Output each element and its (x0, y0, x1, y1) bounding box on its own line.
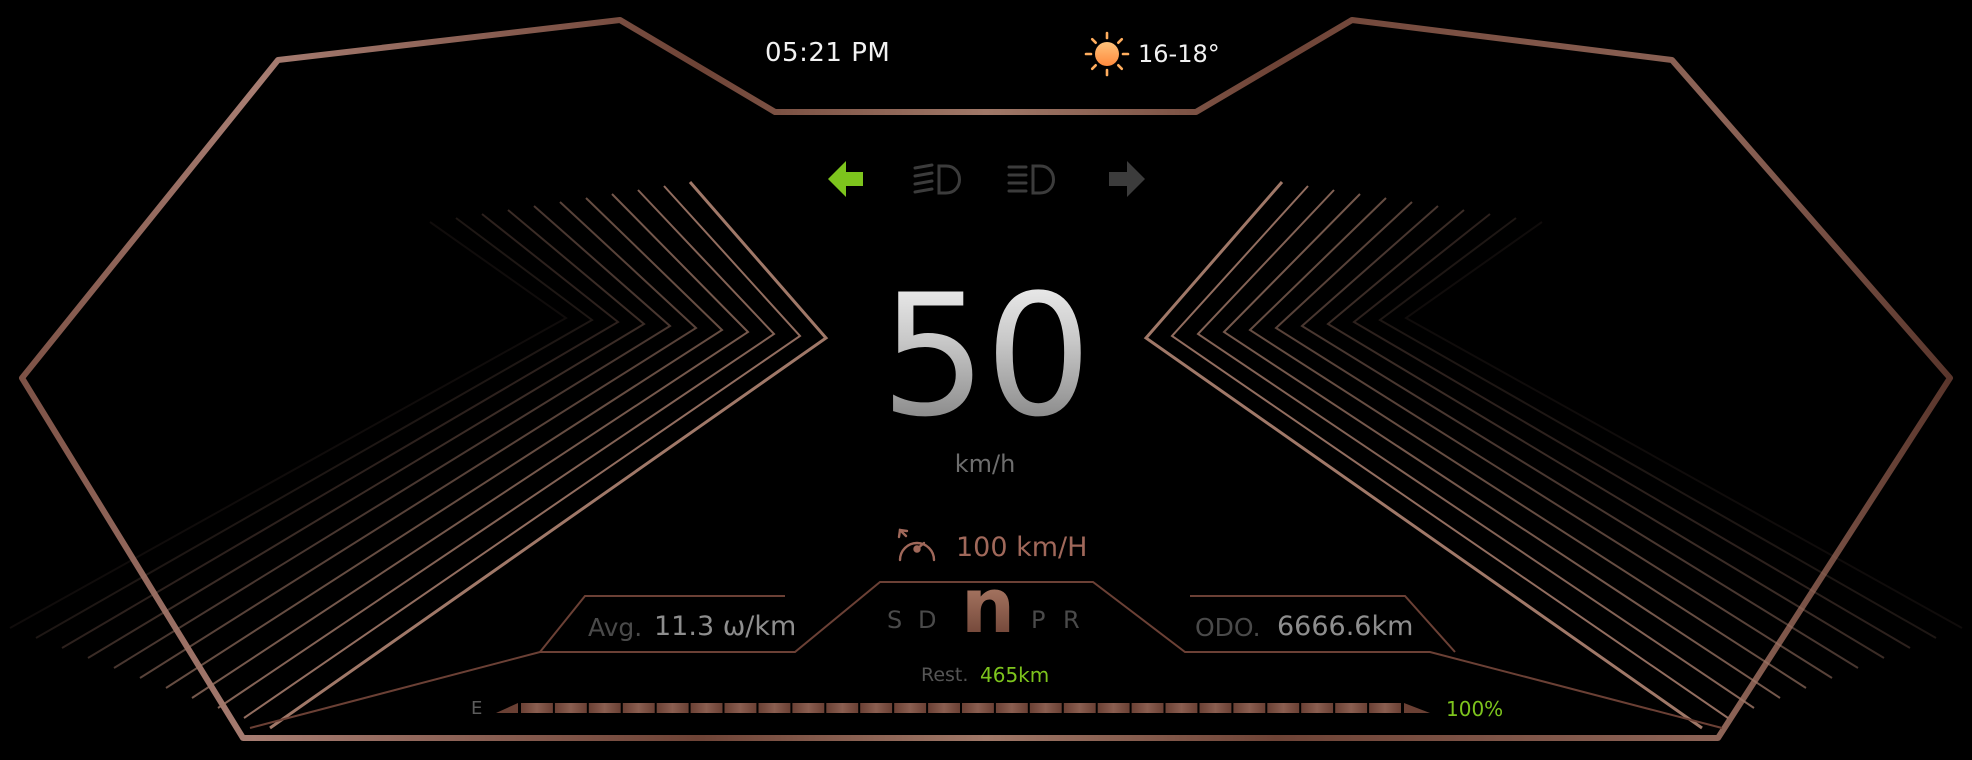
gear-sport: S (887, 606, 903, 634)
battery-bar-cap-left (496, 703, 518, 713)
battery-segment (860, 703, 893, 713)
battery-segment (1369, 703, 1401, 713)
avg-consumption-value: 11.3 ω/km (654, 611, 797, 642)
right-turn-arrow-icon (1109, 161, 1145, 197)
battery-segment (962, 703, 994, 713)
battery-segment (521, 703, 553, 713)
battery-segment (1301, 703, 1334, 713)
battery-bar-cap-right (1404, 703, 1430, 713)
chevron-line (1378, 217, 1937, 639)
chevron-line (35, 217, 594, 639)
battery-segment (724, 703, 757, 713)
battery-segment (758, 703, 791, 713)
battery-segment (1029, 703, 1062, 713)
avg-consumption-label: Avg. (588, 613, 643, 642)
speed-unit: km/h (954, 450, 1016, 478)
gear-drive: D (918, 606, 937, 634)
speed-limit-value: 100 km/H (956, 532, 1088, 563)
chevron-line (1404, 221, 1963, 629)
left-turn-arrow-icon (828, 161, 863, 197)
odometer-label: ODO. (1195, 613, 1261, 642)
gear-park: P (1031, 606, 1046, 634)
battery-segment (1097, 703, 1130, 713)
cruise-speedometer-icon (897, 528, 936, 562)
speed-value: 50 (860, 272, 1110, 440)
range-label: Rest. (921, 664, 969, 686)
battery-empty-label: E (471, 698, 483, 719)
battery-segment (690, 703, 723, 713)
odometer-value: 6666.6km (1277, 611, 1414, 642)
battery-segment (995, 703, 1028, 713)
battery-segment (1267, 703, 1300, 713)
battery-segment (1335, 703, 1368, 713)
battery-segment (928, 703, 960, 713)
battery-segment (1199, 703, 1232, 713)
gear-reverse: R (1063, 606, 1080, 634)
clock-time: 05:21 PM (765, 38, 891, 68)
battery-segment (894, 703, 927, 713)
battery-segment (792, 703, 825, 713)
battery-segment (656, 703, 689, 713)
sun-icon (1084, 31, 1130, 77)
left-chevron-decoration (9, 181, 829, 730)
chevron-line (9, 221, 568, 629)
battery-segment (1131, 703, 1164, 713)
battery-segment (622, 703, 655, 713)
temperature-readout: 16-18° (1138, 40, 1220, 68)
battery-segment (1165, 703, 1198, 713)
chevron-line (1143, 181, 1703, 730)
battery-segment (554, 703, 587, 713)
battery-segment (1063, 703, 1096, 713)
range-value: 465km (980, 663, 1050, 687)
chevron-line (269, 181, 829, 730)
battery-level-bar (496, 703, 1430, 713)
gear-neutral-active: n (961, 561, 1016, 650)
high-beam-headlight-icon (1007, 164, 1055, 195)
low-beam-headlight-icon (913, 163, 961, 195)
battery-segment (826, 703, 859, 713)
battery-percent: 100% (1446, 697, 1504, 721)
battery-segment (588, 703, 621, 713)
right-chevron-decoration (1143, 181, 1963, 730)
battery-segment (1233, 703, 1266, 713)
chevron-line (1352, 213, 1911, 649)
